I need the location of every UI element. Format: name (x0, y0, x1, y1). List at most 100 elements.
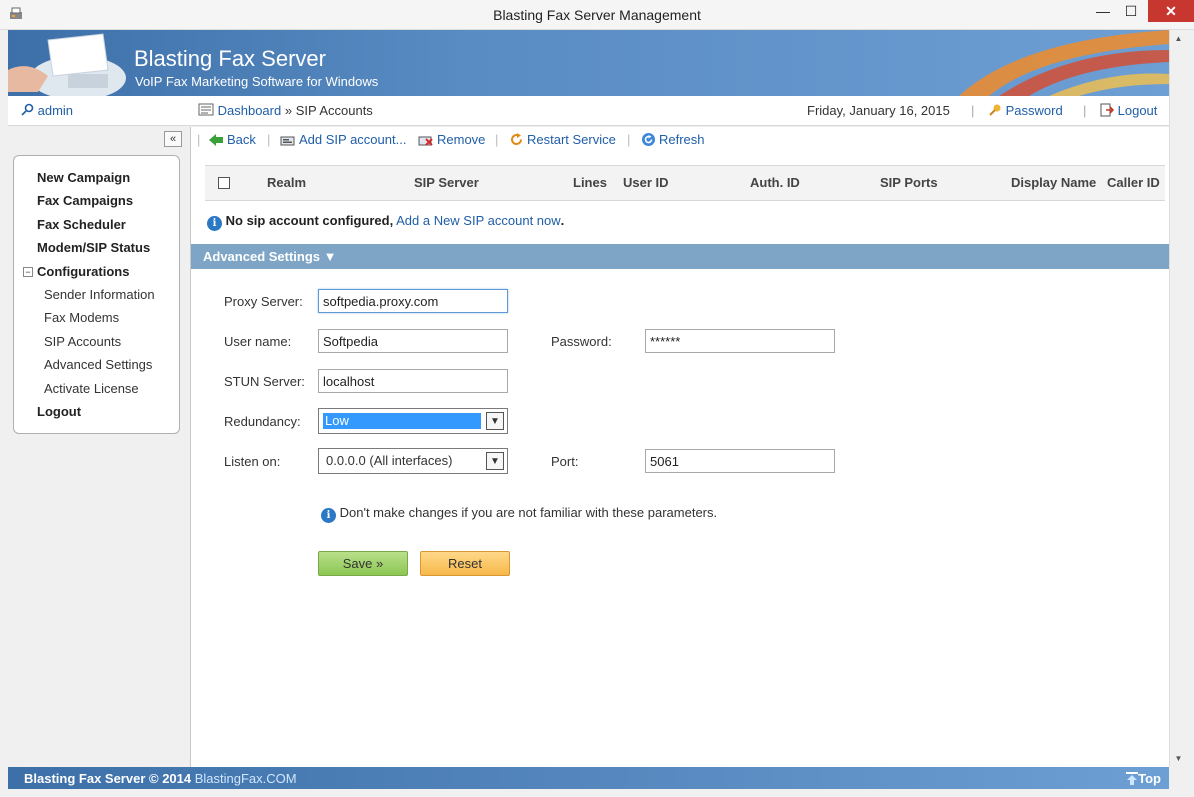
scroll-up-icon[interactable]: ▲ (1170, 30, 1187, 47)
breadcrumb-dashboard-link[interactable]: Dashboard (218, 103, 282, 118)
minimize-button[interactable]: — (1090, 0, 1116, 22)
configurations-collapse-toggle[interactable]: − (23, 267, 33, 277)
sidebar-item-fax-scheduler[interactable]: Fax Scheduler (37, 217, 126, 232)
add-sip-account-button[interactable]: Add SIP account... (280, 132, 406, 147)
current-date: Friday, January 16, 2015 (807, 103, 950, 118)
remove-button[interactable]: Remove (418, 132, 485, 147)
add-account-icon (280, 136, 295, 146)
collapse-sidebar-button[interactable]: « (164, 131, 182, 147)
vertical-scrollbar[interactable]: ▲ ▼ (1169, 30, 1186, 767)
toolbar-separator: | (495, 132, 499, 147)
user-name: admin (37, 103, 74, 118)
column-header-auth-id[interactable]: Auth. ID (750, 175, 800, 190)
maximize-button[interactable]: ☐ (1118, 0, 1144, 22)
save-button[interactable]: Save » (318, 551, 408, 576)
port-input[interactable] (645, 449, 835, 473)
redundancy-select[interactable]: Low ▼ (318, 408, 508, 434)
blastingfax-link[interactable]: BlastingFax.COM (195, 771, 297, 786)
back-to-top-link[interactable]: Top (1126, 771, 1161, 786)
info-icon: i (207, 216, 222, 231)
app-banner: Blasting Fax Server VoIP Fax Marketing S… (8, 30, 1169, 96)
remove-label: Remove (437, 132, 486, 147)
nav-separator: | (1083, 103, 1087, 118)
logout-link[interactable]: Logout (1100, 103, 1157, 118)
window-titlebar: Blasting Fax Server Management — ☐ ✕ (0, 0, 1194, 30)
redundancy-selected-value: Low (323, 413, 481, 429)
password-input[interactable] (645, 329, 835, 353)
scroll-down-icon[interactable]: ▼ (1170, 750, 1187, 767)
sidebar-item-new-campaign[interactable]: New Campaign (37, 170, 130, 185)
user-name-label: User name: (224, 334, 292, 349)
up-arrow-icon (1126, 772, 1139, 785)
listen-on-label: Listen on: (224, 454, 281, 469)
breadcrumb-current: SIP Accounts (295, 103, 373, 118)
user-link[interactable]: admin (20, 103, 73, 118)
sip-accounts-grid-header: Realm SIP Server Lines User ID Auth. ID … (205, 165, 1165, 201)
password-link-label: Password (1005, 103, 1063, 118)
logout-link-label: Logout (1117, 103, 1158, 118)
banner-swoosh-graphic (959, 30, 1169, 96)
banner-tagline: VoIP Fax Marketing Software for Windows (135, 74, 379, 89)
close-button[interactable]: ✕ (1148, 0, 1194, 22)
select-all-checkbox[interactable] (218, 177, 230, 189)
banner-brand: Blasting Fax Server (134, 46, 326, 71)
chevron-down-icon: ▼ (486, 412, 504, 430)
listen-on-select[interactable]: 0.0.0.0 (All interfaces) ▼ (318, 448, 508, 474)
sidebar-item-sender-information[interactable]: Sender Information (44, 287, 155, 302)
key-icon (989, 104, 1001, 116)
toolbar-separator: | (197, 132, 201, 147)
nav-separator: | (971, 103, 975, 118)
reset-button[interactable]: Reset (420, 551, 510, 576)
listen-on-selected-value: 0.0.0.0 (All interfaces) (326, 453, 453, 468)
column-header-caller-id[interactable]: Caller ID (1107, 175, 1160, 190)
top-nav-bar: admin Dashboard » SIP Accounts Friday, J… (8, 96, 1169, 126)
redundancy-label: Redundancy: (224, 414, 301, 429)
dashboard-icon (198, 103, 214, 116)
footer-copyright: Blasting Fax Server © 2014 BlastingFax.C… (24, 771, 297, 786)
column-header-realm[interactable]: Realm (267, 175, 306, 190)
stun-server-input[interactable] (318, 369, 508, 393)
toolbar: | Back | Add SIP account... Remove | Res… (191, 127, 1170, 153)
user-name-input[interactable] (318, 329, 508, 353)
advanced-settings-header[interactable]: Advanced Settings ▼ (191, 244, 1170, 269)
main-content: | Back | Add SIP account... Remove | Res… (190, 127, 1170, 767)
user-icon (21, 103, 34, 116)
sidebar-item-sip-accounts[interactable]: SIP Accounts (44, 334, 121, 349)
column-header-lines[interactable]: Lines (573, 175, 607, 190)
copyright-text: Blasting Fax Server © 2014 (24, 771, 192, 786)
column-header-user-id[interactable]: User ID (623, 175, 669, 190)
refresh-button[interactable]: Refresh (641, 132, 705, 147)
settings-warning-text: Don't make changes if you are not famili… (339, 505, 718, 520)
password-link[interactable]: Password (988, 103, 1063, 118)
add-new-sip-account-link[interactable]: Add a New SIP account now (396, 213, 561, 228)
sidebar-item-fax-modems[interactable]: Fax Modems (44, 310, 119, 325)
settings-warning-hint: i Don't make changes if you are not fami… (321, 505, 717, 523)
refresh-icon (642, 133, 655, 146)
port-label: Port: (551, 454, 579, 469)
sidebar-item-activate-license[interactable]: Activate License (44, 381, 139, 396)
proxy-server-input[interactable] (318, 289, 508, 313)
refresh-label: Refresh (659, 132, 705, 147)
sidebar-item-configurations[interactable]: Configurations (37, 264, 129, 279)
sidebar-menu: New Campaign Fax Campaigns Fax Scheduler… (13, 155, 180, 434)
sidebar-item-logout[interactable]: Logout (37, 404, 81, 419)
stun-server-label: STUN Server: (224, 374, 305, 389)
app-footer: Blasting Fax Server © 2014 BlastingFax.C… (8, 767, 1169, 789)
sidebar-item-advanced-settings[interactable]: Advanced Settings (44, 357, 152, 372)
advanced-settings-title: Advanced Settings ▼ (203, 249, 337, 264)
toolbar-separator: | (267, 132, 271, 147)
sidebar-panel: « New Campaign Fax Campaigns Fax Schedul… (8, 127, 190, 767)
sidebar-item-modem-sip-status[interactable]: Modem/SIP Status (37, 240, 150, 255)
toolbar-separator: | (627, 132, 631, 147)
notice-suffix: . (560, 213, 565, 228)
fax-machine-logo-icon (8, 33, 126, 96)
back-to-top-label: Top (1138, 771, 1161, 786)
column-header-display-name[interactable]: Display Name (1011, 175, 1096, 190)
info-icon: i (321, 508, 336, 523)
column-header-sip-server[interactable]: SIP Server (414, 175, 479, 190)
sidebar-item-fax-campaigns[interactable]: Fax Campaigns (37, 193, 133, 208)
back-button[interactable]: Back (208, 132, 256, 147)
column-header-sip-ports[interactable]: SIP Ports (880, 175, 938, 190)
password-label: Password: (551, 334, 612, 349)
restart-service-button[interactable]: Restart Service (509, 132, 616, 147)
